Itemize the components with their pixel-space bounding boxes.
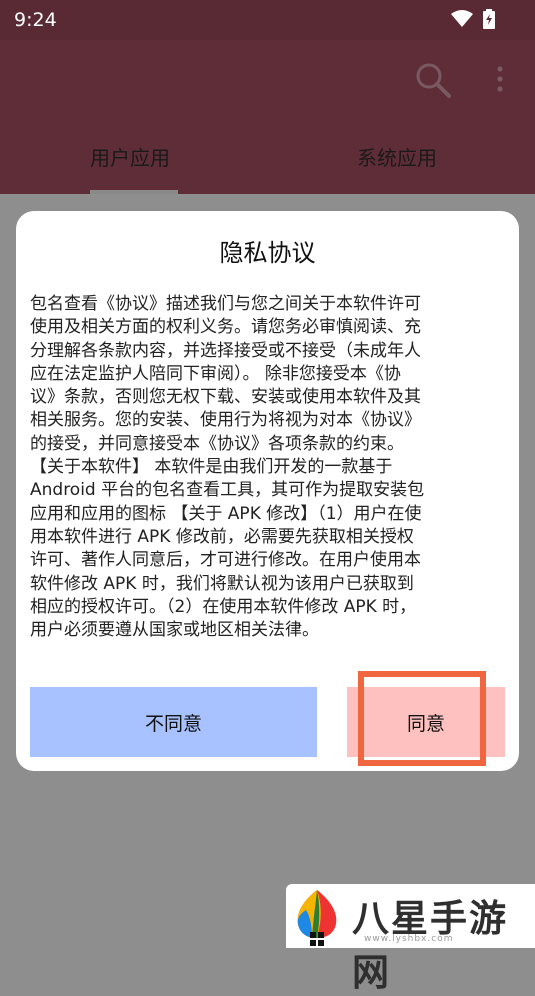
battery-icon	[483, 9, 495, 29]
tab-user-apps[interactable]: 用户应用	[90, 142, 170, 171]
tab-system-apps[interactable]: 系统应用	[357, 142, 437, 171]
watermark-url: www.lyshbx.com	[364, 934, 454, 944]
watermark-logo-icon	[297, 890, 337, 946]
status-time: 9:24	[14, 9, 57, 31]
more-vert-icon[interactable]	[492, 64, 508, 96]
wifi-icon	[451, 10, 473, 27]
dialog-body-text: 包名查看《协议》描述我们与您之间关于本软件许可 使用及相关方面的权利义务。请您务…	[30, 294, 425, 641]
watermark: 八星手游网 www.lyshbx.com	[286, 884, 535, 994]
status-icons	[451, 9, 495, 29]
app-bar	[0, 40, 535, 194]
search-icon[interactable]	[413, 60, 453, 100]
dialog-title: 隐私协议	[219, 239, 316, 267]
tab-indicator	[90, 190, 178, 194]
highlight-box	[358, 671, 486, 766]
status-bar: 9:24	[0, 0, 535, 40]
decline-button[interactable]: 不同意	[30, 687, 317, 757]
